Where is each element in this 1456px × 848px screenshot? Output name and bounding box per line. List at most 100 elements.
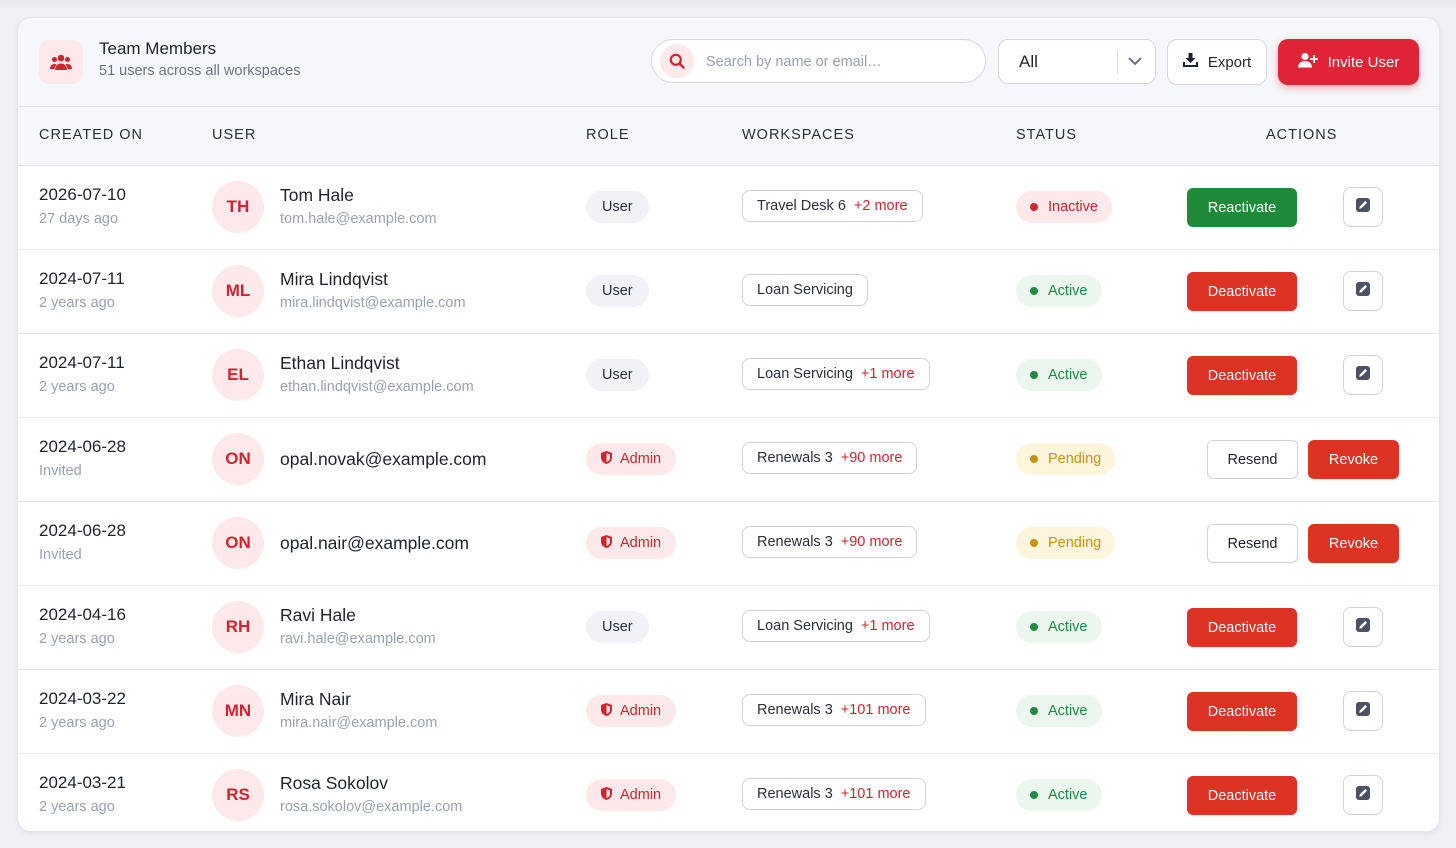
status-badge: Inactive <box>1016 191 1112 223</box>
status-dot <box>1030 707 1038 715</box>
status-badge: Active <box>1016 779 1102 811</box>
workspace-chip[interactable]: Loan Servicing +1 more <box>742 358 930 390</box>
filter-select-value: All <box>1019 52 1038 71</box>
user-email: ravi.hale@example.com <box>280 631 436 647</box>
edit-button[interactable] <box>1343 355 1383 395</box>
avatar: MN <box>212 685 264 737</box>
workspace-chip[interactable]: Loan Servicing +1 more <box>742 610 930 642</box>
table-row: 2024-03-21 2 years ago RS Rosa Sokolov rosa.… <box>18 754 1439 831</box>
download-icon <box>1182 53 1198 71</box>
edit-button[interactable] <box>1343 607 1383 647</box>
workspace-chip[interactable]: Renewals 3 +90 more <box>742 442 918 474</box>
workspace-name: Renewals 3 <box>757 702 833 718</box>
filter-select[interactable]: All <box>998 39 1156 84</box>
created-relative: Invited <box>39 463 82 479</box>
avatar: EL <box>212 349 264 401</box>
deactivate-button[interactable]: Deactivate <box>1187 776 1297 815</box>
user-name: Mira Nair <box>280 689 351 709</box>
role-badge: Admin <box>586 779 677 811</box>
edit-button[interactable] <box>1343 691 1383 731</box>
search-input[interactable] <box>704 50 978 74</box>
table-row: 2024-03-22 2 years ago MN Mira Nair mira.nai… <box>18 670 1439 754</box>
edit-button[interactable] <box>1343 775 1383 815</box>
status-label: Active <box>1048 283 1088 299</box>
status-badge: Pending <box>1016 527 1116 559</box>
card-header: Team Members 51 users across all workspa… <box>18 18 1439 107</box>
resend-button[interactable]: Resend <box>1207 524 1298 563</box>
edit-icon <box>1355 785 1371 806</box>
status-dot <box>1030 791 1038 799</box>
edit-icon <box>1355 281 1371 302</box>
status-label: Active <box>1048 367 1088 383</box>
status-dot <box>1030 623 1038 631</box>
workspace-name: Renewals 3 <box>757 450 833 466</box>
user-email: mira.lindqvist@example.com <box>280 295 466 311</box>
role-label: Admin <box>620 703 662 719</box>
export-label: Export <box>1207 53 1252 71</box>
edit-icon <box>1355 197 1371 218</box>
deactivate-button[interactable]: Deactivate <box>1187 692 1297 731</box>
invite-user-button[interactable]: Invite User <box>1278 39 1419 85</box>
workspace-more-link[interactable]: +101 more <box>841 702 911 718</box>
workspace-chip[interactable]: Renewals 3 +101 more <box>742 778 926 810</box>
role-label: User <box>602 283 633 299</box>
reactivate-button[interactable]: Reactivate <box>1187 188 1297 227</box>
avatar: ON <box>212 433 264 485</box>
role-label: User <box>602 367 633 383</box>
user-name: opal.novak@example.com <box>280 449 487 469</box>
column-user[interactable]: USER <box>212 127 256 143</box>
workspace-more-link[interactable]: +101 more <box>841 786 911 802</box>
created-relative: 27 days ago <box>39 211 119 227</box>
user-email: ethan.lindqvist@example.com <box>280 379 474 395</box>
edit-button[interactable] <box>1343 271 1383 311</box>
edit-icon <box>1355 617 1371 638</box>
page-title: Team Members <box>99 39 217 58</box>
status-badge: Active <box>1016 695 1102 727</box>
workspace-more-link[interactable]: +2 more <box>854 198 908 214</box>
created-date: 2024-07-11 <box>39 353 125 372</box>
workspace-more-link[interactable]: +90 more <box>841 450 903 466</box>
edit-icon <box>1355 365 1371 386</box>
deactivate-button[interactable]: Deactivate <box>1187 356 1297 395</box>
workspace-more-link[interactable]: +1 more <box>861 618 915 634</box>
workspace-chip[interactable]: Loan Servicing <box>742 274 868 306</box>
chevron-down-icon[interactable] <box>1127 53 1143 74</box>
column-workspaces[interactable]: WORKSPACES <box>742 127 855 143</box>
workspace-more-link[interactable]: +1 more <box>861 366 915 382</box>
revoke-button[interactable]: Revoke <box>1308 524 1399 563</box>
role-label: Admin <box>620 787 662 803</box>
user-email: rosa.sokolov@example.com <box>280 799 463 815</box>
role-badge: Admin <box>586 443 677 475</box>
role-badge: User <box>586 359 649 391</box>
deactivate-button[interactable]: Deactivate <box>1187 608 1297 647</box>
role-badge: User <box>586 275 649 307</box>
column-created-on[interactable]: CREATED ON <box>39 127 143 143</box>
workspace-more-link[interactable]: +90 more <box>841 534 903 550</box>
workspace-name: Loan Servicing <box>757 282 853 298</box>
workspace-chip[interactable]: Travel Desk 6 +2 more <box>742 190 923 222</box>
top-shadow <box>0 0 1456 10</box>
avatar: RH <box>212 601 264 653</box>
workspace-name: Renewals 3 <box>757 786 833 802</box>
search-box[interactable] <box>651 39 986 83</box>
workspace-chip[interactable]: Renewals 3 +90 more <box>742 526 918 558</box>
workspace-chip[interactable]: Renewals 3 +101 more <box>742 694 926 726</box>
column-status[interactable]: STATUS <box>1016 127 1077 143</box>
user-name: Rosa Sokolov <box>280 773 388 793</box>
invite-user-label: Invite User <box>1327 53 1400 71</box>
deactivate-button[interactable]: Deactivate <box>1187 272 1297 311</box>
user-plus-icon <box>1297 52 1318 72</box>
status-label: Inactive <box>1048 199 1098 215</box>
created-relative: 2 years ago <box>39 379 115 395</box>
resend-button[interactable]: Resend <box>1207 440 1298 479</box>
created-relative: 2 years ago <box>39 799 115 815</box>
column-role[interactable]: ROLE <box>586 127 630 143</box>
export-button[interactable]: Export <box>1167 39 1267 85</box>
status-label: Pending <box>1048 451 1102 467</box>
edit-button[interactable] <box>1343 187 1383 227</box>
search-icon[interactable] <box>660 44 694 78</box>
status-label: Active <box>1048 703 1088 719</box>
page-subtitle: 51 users across all workspaces <box>99 63 301 79</box>
revoke-button[interactable]: Revoke <box>1308 440 1399 479</box>
select-divider <box>1117 50 1118 74</box>
